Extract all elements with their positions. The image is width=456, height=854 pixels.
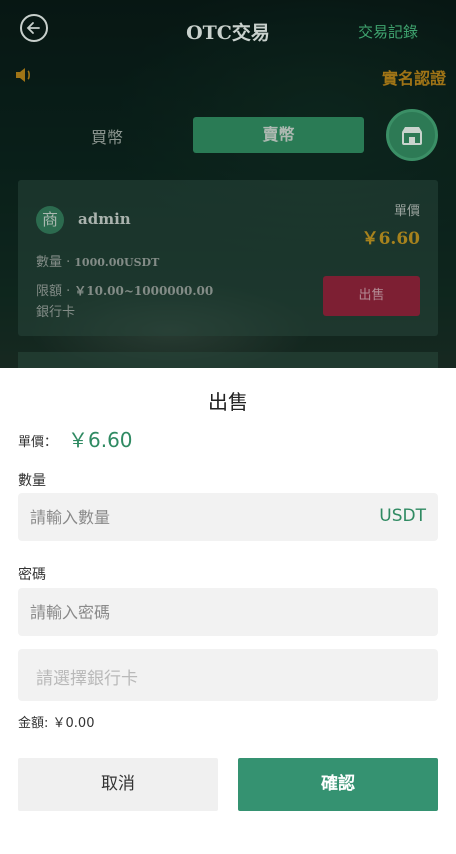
merchant-name: admin bbox=[78, 210, 131, 228]
store-button[interactable] bbox=[386, 109, 438, 161]
bank-card-select[interactable]: 請選擇銀行卡 bbox=[18, 649, 438, 701]
price-label: 單價 bbox=[393, 204, 420, 219]
unit-price-label: 單價： bbox=[18, 435, 58, 450]
tab-buy[interactable]: 買幣 bbox=[62, 124, 152, 148]
password-label: 密碼 bbox=[18, 567, 46, 583]
merchant-avatar: 商 bbox=[36, 206, 64, 234]
quantity-label: 數量 bbox=[18, 473, 46, 489]
tab-sell[interactable]: 賣幣 bbox=[193, 117, 364, 153]
price-value: ￥6.60 bbox=[361, 229, 420, 249]
quantity-input[interactable] bbox=[30, 493, 360, 541]
real-name-verification-link[interactable]: 實名認證 bbox=[382, 65, 446, 89]
quantity-value: 1000.00USDT bbox=[74, 256, 160, 269]
confirm-button[interactable]: 確認 bbox=[238, 758, 438, 811]
limit-line: 限額 · ￥10.00~1000000.00 bbox=[36, 280, 213, 299]
quantity-line: 數量 · 1000.00USDT bbox=[36, 251, 159, 270]
unit-price-value: ￥6.60 bbox=[68, 428, 133, 452]
order-card bbox=[18, 352, 438, 368]
sheet-title: 出售 bbox=[208, 390, 248, 414]
amount-label: 金額: bbox=[18, 716, 49, 731]
sell-sheet: 出售 單價： ￥6.60 數量 USDT 密碼 請選擇銀行卡 金額: ￥0.00… bbox=[0, 368, 456, 854]
limit-value: ￥10.00~1000000.00 bbox=[74, 284, 214, 298]
bank-card-placeholder: 請選擇銀行卡 bbox=[36, 669, 138, 689]
password-field bbox=[18, 588, 438, 636]
top-bar: OTC交易 交易記錄 bbox=[0, 0, 456, 58]
speaker-icon bbox=[16, 68, 30, 82]
notice-row: 實名認證 bbox=[0, 62, 456, 90]
sell-button[interactable]: 出售 bbox=[323, 276, 420, 316]
amount-value: ￥0.00 bbox=[52, 716, 95, 731]
trade-records-link[interactable]: 交易記錄 bbox=[358, 21, 418, 42]
quantity-label: 數量 · bbox=[36, 255, 71, 270]
background-page: OTC交易 交易記錄 實名認證 買幣 賣幣 商 admin 單價 ￥6.60 數… bbox=[0, 0, 456, 368]
store-icon bbox=[402, 127, 422, 145]
password-input[interactable] bbox=[30, 588, 360, 636]
limit-label: 限額 · bbox=[36, 284, 71, 299]
order-card: 商 admin 單價 ￥6.60 數量 · 1000.00USDT 限額 · ￥10… bbox=[18, 180, 438, 336]
buy-sell-tabs: 買幣 賣幣 bbox=[0, 109, 456, 161]
bank-card-label: 銀行卡 bbox=[36, 305, 76, 320]
quantity-unit: USDT bbox=[379, 506, 426, 526]
cancel-button[interactable]: 取消 bbox=[18, 758, 218, 811]
quantity-field: USDT bbox=[18, 493, 438, 541]
amount-line: 金額: ￥0.00 bbox=[18, 712, 94, 731]
